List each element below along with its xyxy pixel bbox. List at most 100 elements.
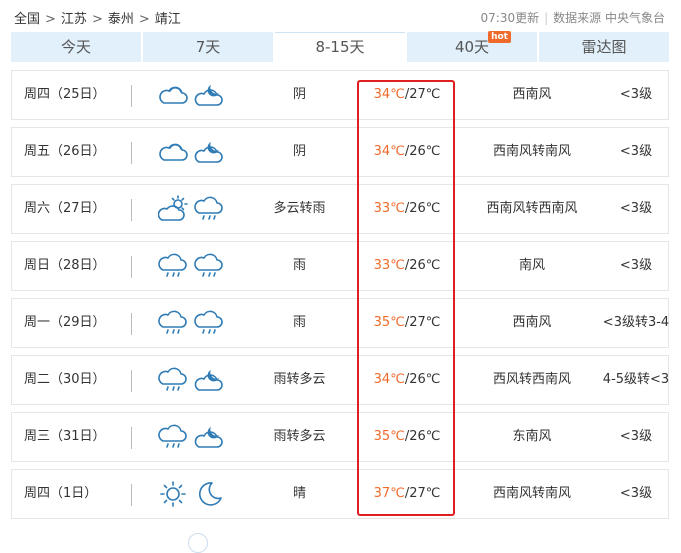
low-temp: /26℃ <box>404 201 441 216</box>
forecast-day: 周日（28日） <box>24 258 106 273</box>
forecast-row[interactable]: 周四（25日） 阴 34℃/27℃ 西南风 <3级 <box>11 70 669 120</box>
divider <box>131 142 132 164</box>
forecast-day: 周四（25日） <box>24 87 106 102</box>
wind-level: <3级 <box>619 201 653 216</box>
forecast-day: 周三（31日） <box>24 429 106 444</box>
update-info: 07:30更新 | 数据来源 中央气象台 <box>481 9 665 26</box>
sunny-icon <box>160 481 186 507</box>
weather-condition: 雨 <box>292 258 306 273</box>
forecast-row[interactable]: 周日（28日） 雨 33℃/26℃ 南风 <3级 <box>11 241 669 291</box>
wind-direction: 西风转西南风 <box>492 372 571 387</box>
wind-direction: 西南风 <box>512 315 552 330</box>
forecast-row[interactable]: 周六（27日） 多云转雨 33℃/26℃ 西南风转西南风 <3级 <box>11 184 669 234</box>
hot-badge: hot <box>488 31 511 43</box>
low-temp: /26℃ <box>404 429 441 444</box>
scroll-indicator <box>188 533 208 553</box>
forecast-day: 周二（30日） <box>24 372 106 387</box>
cloudy-night-icon <box>194 370 223 391</box>
temperature: 33℃/26℃ <box>357 185 457 233</box>
tab-today[interactable]: 今天 <box>11 32 141 62</box>
moon-icon <box>198 482 222 506</box>
divider <box>131 256 132 278</box>
forecast-list: 周四（25日）阴 34℃/27℃ 西南风 <3级 周五（26日）阴 34℃/26℃ 西南风转… <box>11 70 669 526</box>
cloudy-icon <box>159 86 188 104</box>
forecast-row[interactable]: 周五（26日） 阴 34℃/26℃ 西南风转南风 <3级 <box>11 127 669 177</box>
high-temp: 34℃ <box>373 87 405 102</box>
tab-40-day[interactable]: 40天 hot <box>407 31 537 62</box>
breadcrumb-country[interactable]: 全国 <box>14 12 40 27</box>
divider <box>131 427 132 449</box>
divider <box>131 484 132 506</box>
high-temp: 35℃ <box>373 429 405 444</box>
wind-level: <3级 <box>619 87 653 102</box>
forecast-day: 周六（27日） <box>24 201 106 216</box>
tab-radar[interactable]: 雷达图 <box>539 32 669 62</box>
breadcrumb-current: 靖江 <box>154 12 181 27</box>
high-temp: 34℃ <box>373 372 405 387</box>
weather-condition: 阴 <box>292 144 306 159</box>
rain-icon <box>158 367 187 391</box>
tab-7-day[interactable]: 7天 <box>143 32 273 62</box>
high-temp: 37℃ <box>373 486 405 501</box>
high-temp: 33℃ <box>373 258 405 273</box>
wind-level: <3级 <box>619 144 653 159</box>
data-source: 数据来源 中央气象台 <box>553 11 665 25</box>
high-temp: 33℃ <box>373 201 405 216</box>
cloudy-night-icon <box>194 85 223 106</box>
high-temp: 35℃ <box>373 315 405 330</box>
partly-cloudy-icon <box>158 195 188 221</box>
breadcrumb-city[interactable]: 泰州 <box>108 12 134 27</box>
rain-icon <box>158 253 187 277</box>
separator: | <box>544 11 549 25</box>
temperature: 37℃/27℃ <box>357 470 457 518</box>
temperature: 35℃/26℃ <box>357 413 457 461</box>
divider <box>131 370 132 392</box>
temperature: 33℃/26℃ <box>357 242 457 290</box>
weather-condition: 雨 <box>292 315 306 330</box>
forecast-day: 周一（29日） <box>24 315 106 330</box>
low-temp: /27℃ <box>404 87 441 102</box>
wind-level: <3级转3-4 <box>602 315 670 330</box>
rain-icon <box>194 253 223 277</box>
weather-condition: 阴 <box>292 87 306 102</box>
weather-condition: 雨转多云 <box>273 372 326 387</box>
forecast-row[interactable]: 周四（1日） 晴 37℃/27℃ 西南风转南风 <3级 <box>11 469 669 519</box>
cloudy-icon <box>159 143 188 161</box>
wind-direction: 西南风 <box>512 87 552 102</box>
rain-icon <box>194 310 223 334</box>
update-time: 07:30更新 <box>480 11 540 25</box>
breadcrumb-province[interactable]: 江苏 <box>61 12 87 27</box>
wind-level: 4-5级转<3 <box>602 372 670 387</box>
rain-icon <box>158 310 187 334</box>
low-temp: /27℃ <box>404 315 441 330</box>
temperature: 34℃/27℃ <box>357 71 457 119</box>
tab-label: 今天 <box>60 38 91 56</box>
breadcrumb-separator: > <box>91 12 103 27</box>
divider <box>131 313 132 335</box>
low-temp: /27℃ <box>404 486 441 501</box>
rain-icon <box>194 196 223 220</box>
tab-label: 7天 <box>195 38 221 56</box>
divider <box>131 85 132 107</box>
high-temp: 34℃ <box>373 144 405 159</box>
temperature: 34℃/26℃ <box>357 356 457 404</box>
forecast-row[interactable]: 周二（30日） 雨转多云 34℃/26℃ 西风转西南风 4-5级转<3 <box>11 355 669 405</box>
tab-label: 40天 <box>454 38 490 56</box>
forecast-tabs: 今天 7天 8-15天 40天 hot 雷达图 <box>11 31 669 62</box>
low-temp: /26℃ <box>404 372 441 387</box>
breadcrumb-separator: > <box>45 12 56 27</box>
forecast-row[interactable]: 周三（31日） 雨转多云 35℃/26℃ 东南风 <3级 <box>11 412 669 462</box>
cloudy-night-icon <box>194 142 223 163</box>
tab-8-15-day[interactable]: 8-15天 <box>275 32 405 62</box>
breadcrumb: 全国 > 江苏 > 泰州 > 靖江 <box>14 8 181 27</box>
cloudy-night-icon <box>194 427 223 448</box>
forecast-row[interactable]: 周一（29日） 雨 35℃/27℃ 西南风 <3级转3-4 <box>11 298 669 348</box>
temperature: 34℃/26℃ <box>357 128 457 176</box>
wind-direction: 南风 <box>518 258 545 273</box>
wind-level: <3级 <box>619 258 653 273</box>
wind-level: <3级 <box>619 486 653 501</box>
wind-direction: 东南风 <box>512 429 552 444</box>
rain-icon <box>158 424 187 448</box>
breadcrumb-separator: > <box>138 12 150 27</box>
wind-direction: 西南风转南风 <box>492 144 571 159</box>
